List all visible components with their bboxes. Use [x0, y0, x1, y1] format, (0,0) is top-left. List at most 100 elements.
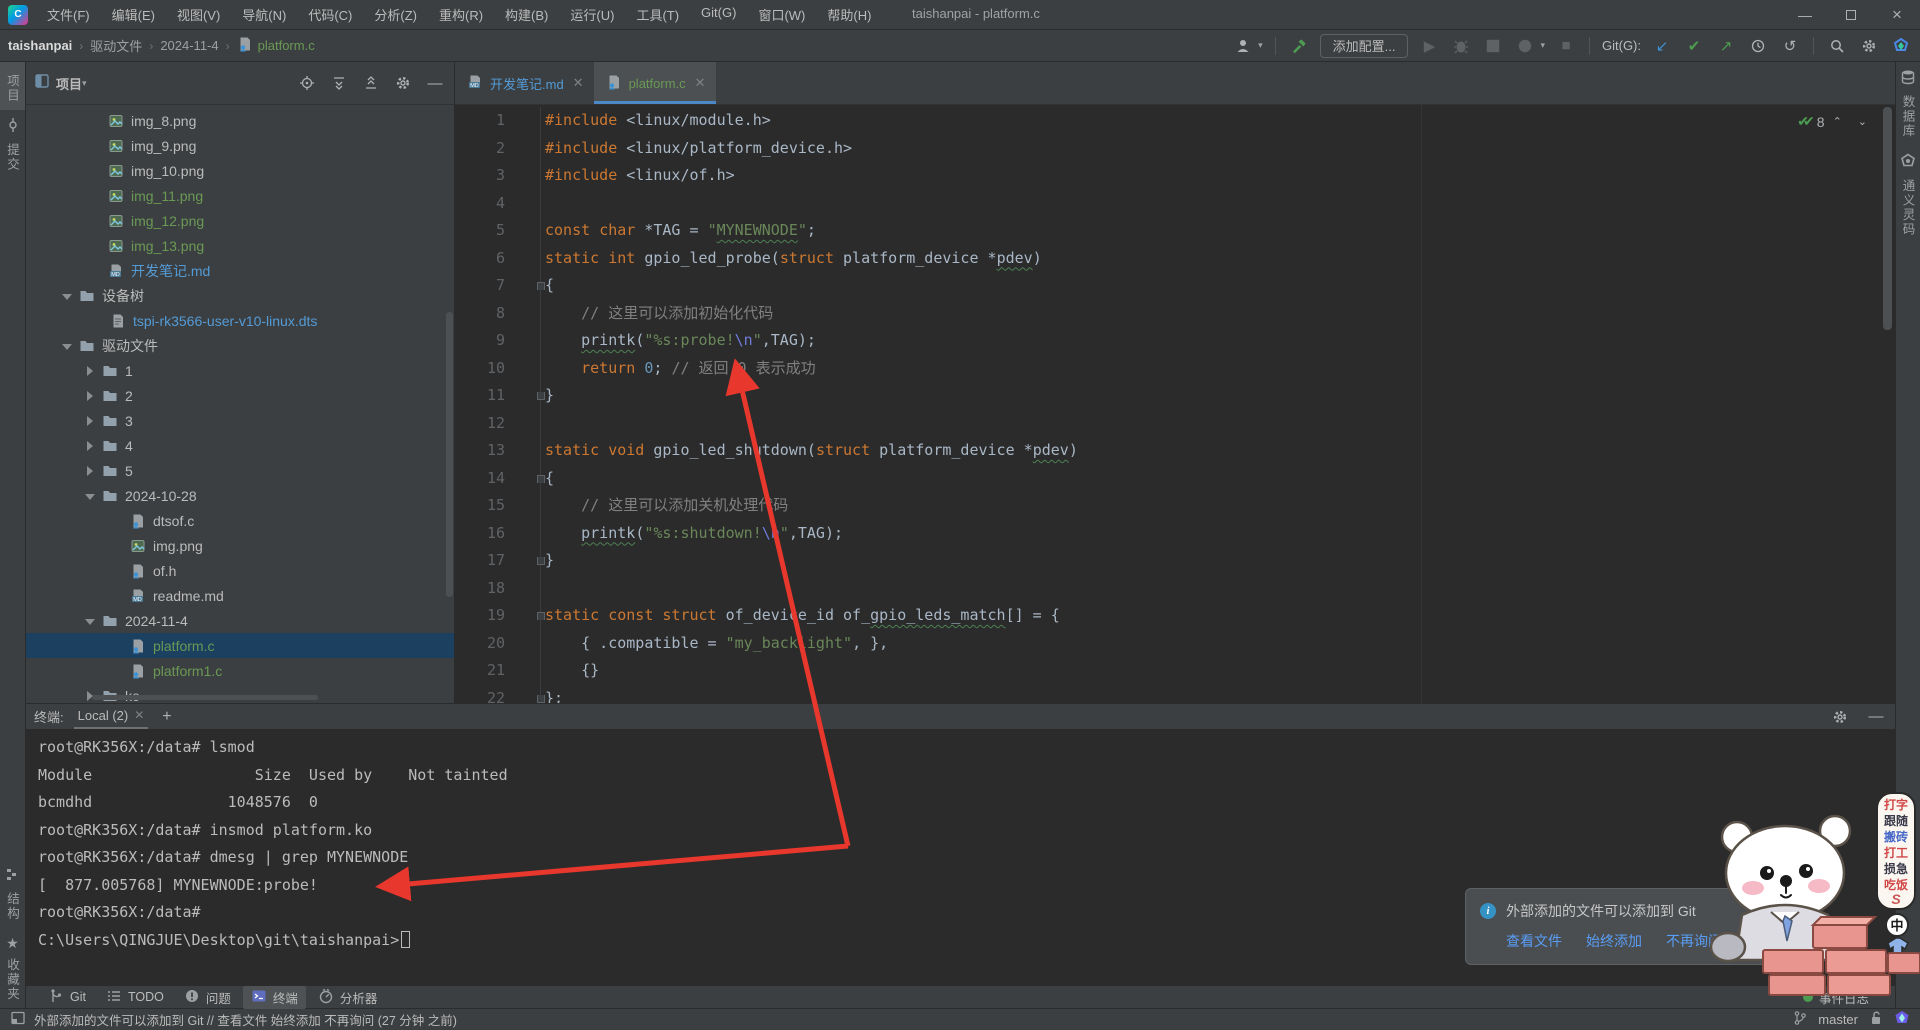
- coverage-icon[interactable]: [1482, 35, 1504, 57]
- chevron-down-icon[interactable]: [85, 491, 95, 501]
- locate-file-icon[interactable]: [296, 72, 318, 94]
- menu-item[interactable]: 编辑(E): [103, 1, 164, 28]
- tree-item-驱动文件[interactable]: 驱动文件: [26, 333, 454, 358]
- notification-action-link[interactable]: 始终添加: [1586, 931, 1642, 951]
- terminal-tab-local[interactable]: Local (2) ✕: [74, 706, 149, 728]
- menu-item[interactable]: 重构(R): [430, 1, 492, 28]
- chevron-down-icon[interactable]: [62, 341, 72, 351]
- maximize-button[interactable]: [1828, 0, 1874, 30]
- search-icon[interactable]: [1826, 35, 1848, 57]
- panel-options-gear-icon[interactable]: [392, 72, 414, 94]
- breadcrumb-item[interactable]: 2024-11-4: [160, 38, 218, 53]
- chevron-right-icon[interactable]: [85, 466, 95, 476]
- sidebar-item-收藏夹[interactable]: ★收藏夹: [0, 928, 25, 1009]
- tree-item-3[interactable]: 3: [26, 408, 454, 433]
- lingma-logo-icon[interactable]: [1890, 35, 1912, 57]
- tree-item-设备树[interactable]: 设备树: [26, 283, 454, 308]
- git-branch-name[interactable]: master: [1818, 1012, 1858, 1027]
- stop-icon[interactable]: ■: [1555, 35, 1577, 57]
- tree-item-img_8.png[interactable]: img_8.png: [26, 108, 454, 133]
- prev-problem-icon[interactable]: ⌃: [1833, 115, 1842, 128]
- code-editor[interactable]: 1#include <linux/module.h>2#include <lin…: [455, 105, 1895, 703]
- lingma-logo-icon[interactable]: [1894, 1010, 1910, 1029]
- window-layout-icon[interactable]: [10, 1010, 26, 1029]
- history-clock-icon[interactable]: [1747, 35, 1769, 57]
- tree-item-img_11.png[interactable]: img_11.png: [26, 183, 454, 208]
- next-problem-icon[interactable]: ⌄: [1858, 115, 1867, 128]
- tree-item-4[interactable]: 4: [26, 433, 454, 458]
- git-update-icon[interactable]: ↙: [1651, 35, 1673, 57]
- menu-item[interactable]: Git(G): [692, 1, 745, 28]
- fold-marker-icon[interactable]: [537, 282, 545, 290]
- menu-item[interactable]: 文件(F): [38, 1, 99, 28]
- menu-item[interactable]: 运行(U): [561, 1, 623, 28]
- chevron-down-icon[interactable]: [62, 291, 72, 301]
- tree-item-img_9.png[interactable]: img_9.png: [26, 133, 454, 158]
- notification-action-link[interactable]: 不再询问: [1666, 931, 1722, 951]
- tree-item-1[interactable]: 1: [26, 358, 454, 383]
- fold-marker-icon[interactable]: [537, 392, 545, 400]
- chevron-right-icon[interactable]: [85, 391, 95, 401]
- profiler-icon[interactable]: [1514, 35, 1536, 57]
- terminal-settings-gear-icon[interactable]: [1829, 706, 1851, 728]
- close-icon[interactable]: ✕: [695, 75, 706, 91]
- hide-panel-icon[interactable]: —: [424, 72, 446, 94]
- collapse-all-icon[interactable]: [360, 72, 382, 94]
- tree-item-tspi-rk3566-user-v10-linux.dts[interactable]: tspi-rk3566-user-v10-linux.dts: [26, 308, 454, 333]
- project-panel-title[interactable]: 项目: [56, 74, 82, 93]
- git-push-icon[interactable]: ↗: [1715, 35, 1737, 57]
- menu-item[interactable]: 代码(C): [299, 1, 361, 28]
- add-configuration-button[interactable]: 添加配置...: [1320, 34, 1409, 58]
- tree-item-img_10.png[interactable]: img_10.png: [26, 158, 454, 183]
- debug-bug-icon[interactable]: [1450, 35, 1472, 57]
- user-account-icon[interactable]: [1232, 35, 1254, 57]
- tree-item-platform.c[interactable]: platform.c: [26, 633, 454, 658]
- fold-marker-icon[interactable]: [537, 612, 545, 620]
- sidebar-item-项目[interactable]: 项目: [0, 62, 25, 110]
- tab-platform.c[interactable]: platform.c✕: [594, 62, 716, 104]
- tree-item-2[interactable]: 2: [26, 383, 454, 408]
- unlock-icon[interactable]: [1868, 1010, 1884, 1029]
- chevron-right-icon[interactable]: [85, 416, 95, 426]
- sidebar-item-提交[interactable]: 提交: [0, 110, 25, 179]
- sidebar-item-结构[interactable]: 结构: [0, 859, 25, 928]
- tree-horizontal-scrollbar[interactable]: [92, 695, 318, 700]
- fold-marker-icon[interactable]: [537, 557, 545, 565]
- toolwindow-button-分析器[interactable]: 分析器: [310, 986, 386, 1009]
- chevron-down-icon[interactable]: [85, 616, 95, 626]
- breadcrumb-item[interactable]: taishanpai: [8, 38, 72, 53]
- tree-item-ko[interactable]: ko: [26, 683, 454, 703]
- menu-item[interactable]: 窗口(W): [749, 1, 814, 28]
- menu-item[interactable]: 分析(Z): [365, 1, 426, 28]
- chevron-down-icon[interactable]: ▾: [82, 78, 87, 89]
- toolwindow-button-TODO[interactable]: TODO: [98, 986, 172, 1009]
- run-icon[interactable]: ▶: [1418, 35, 1440, 57]
- sidebar-item-通义灵码[interactable]: 通义灵码: [1896, 146, 1920, 244]
- tree-item-2024-10-28[interactable]: 2024-10-28: [26, 483, 454, 508]
- tree-item-5[interactable]: 5: [26, 458, 454, 483]
- build-hammer-icon[interactable]: [1288, 35, 1310, 57]
- toolwindow-button-Git[interactable]: Git: [40, 986, 94, 1009]
- new-terminal-icon[interactable]: +: [162, 708, 171, 726]
- tree-item-of.h[interactable]: of.h: [26, 558, 454, 583]
- sidebar-item-数据库[interactable]: 数据库: [1896, 62, 1920, 146]
- chevron-right-icon[interactable]: [85, 441, 95, 451]
- editor-vertical-scrollbar[interactable]: [1883, 107, 1892, 330]
- tree-item-img.png[interactable]: img.png: [26, 533, 454, 558]
- tab-开发笔记.md[interactable]: MD开发笔记.md✕: [455, 62, 594, 104]
- menu-item[interactable]: 导航(N): [233, 1, 295, 28]
- tree-item-dtsof.c[interactable]: dtsof.c: [26, 508, 454, 533]
- toolwindow-button-终端[interactable]: 终端: [243, 986, 306, 1009]
- chevron-right-icon[interactable]: [85, 366, 95, 376]
- minimize-button[interactable]: —: [1782, 0, 1828, 30]
- tree-item-img_13.png[interactable]: img_13.png: [26, 233, 454, 258]
- expand-all-icon[interactable]: [328, 72, 350, 94]
- close-icon[interactable]: ✕: [573, 75, 584, 91]
- menu-item[interactable]: 视图(V): [168, 1, 229, 28]
- git-commit-check-icon[interactable]: ✔: [1683, 35, 1705, 57]
- breadcrumb-item[interactable]: 驱动文件: [90, 36, 142, 55]
- fold-marker-icon[interactable]: [537, 475, 545, 483]
- menu-item[interactable]: 帮助(H): [818, 1, 880, 28]
- menu-item[interactable]: 构建(B): [496, 1, 557, 28]
- event-log-button[interactable]: 事件日志: [1803, 988, 1869, 1007]
